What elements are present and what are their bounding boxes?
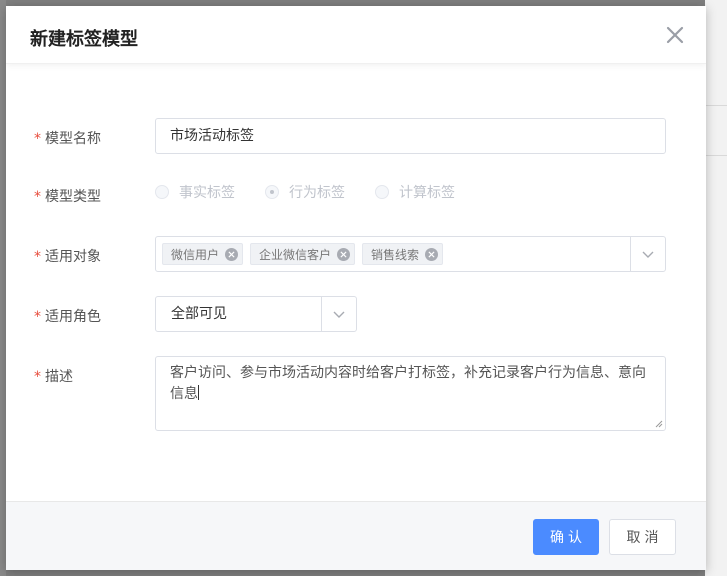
dialog-title: 新建标签模型 (30, 29, 138, 50)
radio-behavior-tag[interactable]: 行为标签 (265, 182, 345, 202)
new-tag-model-dialog: 新建标签模型 * 模型名称 市场活动标签 * 模型类型 事实标签 行为标签 计算… (6, 6, 706, 570)
selected-tags: 微信用户 企业微信客户 销售线索 (162, 243, 450, 265)
role-label: * 适用角色 (34, 309, 101, 325)
tag-remove-button[interactable] (425, 247, 439, 261)
radio-circle (155, 185, 169, 199)
role-select[interactable]: 全部可见 (155, 296, 357, 332)
tag-wechat-user: 微信用户 (162, 243, 244, 265)
tag-sales-lead: 销售线索 (362, 243, 444, 265)
tag-wecom-customer: 企业微信客户 (250, 243, 356, 265)
target-dropdown-toggle[interactable] (631, 237, 665, 271)
chevron-down-icon (333, 311, 345, 318)
required-mark: * (34, 309, 41, 325)
radio-circle-checked (265, 185, 279, 199)
dialog-footer: 确认 取消 (6, 501, 706, 570)
cancel-button[interactable]: 取消 (609, 519, 676, 555)
role-dropdown-toggle[interactable] (322, 297, 356, 331)
tag-remove-button[interactable] (225, 247, 239, 261)
description-label: * 描述 (34, 369, 73, 385)
text-caret (198, 385, 199, 400)
description-textarea[interactable]: 客户访问、参与市场活动内容时给客户打标签，补充记录客户行为信息、意向信息 (155, 356, 666, 431)
confirm-button[interactable]: 确认 (533, 519, 599, 555)
background-page (705, 0, 727, 576)
description-text: 客户访问、参与市场活动内容时给客户打标签，补充记录客户行为信息、意向信息 (170, 365, 646, 402)
close-icon (428, 250, 435, 258)
close-icon (228, 250, 235, 258)
role-select-value: 全部可见 (171, 306, 227, 322)
close-icon (666, 26, 684, 44)
chevron-down-icon (642, 251, 654, 258)
required-mark: * (34, 249, 41, 265)
target-multi-select[interactable]: 微信用户 企业微信客户 销售线索 (155, 236, 666, 272)
radio-circle (375, 185, 389, 199)
resize-grip-icon[interactable] (655, 420, 663, 428)
dialog-header: 新建标签模型 (6, 6, 706, 64)
radio-compute-tag[interactable]: 计算标签 (375, 182, 455, 202)
target-label: * 适用对象 (34, 249, 101, 265)
tag-remove-button[interactable] (337, 247, 351, 261)
required-mark: * (34, 131, 41, 147)
close-icon (340, 250, 347, 258)
required-mark: * (34, 189, 41, 205)
required-mark: * (34, 369, 41, 385)
radio-fact-tag[interactable]: 事实标签 (155, 182, 235, 202)
type-label: * 模型类型 (34, 189, 101, 205)
model-type-radio-group: 事实标签 行为标签 计算标签 (155, 182, 485, 202)
close-button[interactable] (662, 22, 688, 48)
name-label: * 模型名称 (34, 131, 101, 147)
model-name-input[interactable]: 市场活动标签 (155, 118, 666, 154)
